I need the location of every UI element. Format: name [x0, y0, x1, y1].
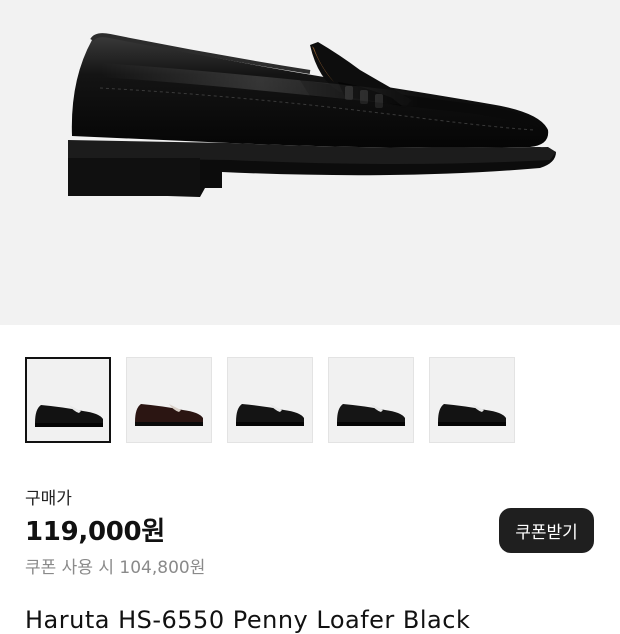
thumbnail-4[interactable]: [328, 357, 414, 443]
product-name: Haruta HS-6550 Penny Loafer Black: [25, 606, 471, 634]
loafer-thumb-icon: [35, 405, 103, 427]
loafer-thumb-icon: [135, 404, 203, 426]
get-coupon-button[interactable]: 쿠폰받기: [499, 508, 594, 553]
thumbnail-3[interactable]: [227, 357, 313, 443]
thumbnail-5[interactable]: [429, 357, 515, 443]
product-hero-image[interactable]: [0, 0, 620, 325]
price-label: 구매가: [25, 489, 72, 509]
loafer-thumb-icon: [337, 404, 405, 426]
loafer-thumb-icon: [438, 404, 506, 426]
loafer-image: [68, 33, 556, 197]
coupon-price: 쿠폰 사용 시 104,800원: [25, 558, 206, 578]
product-price: 119,000원: [25, 517, 165, 547]
loafer-thumb-icon: [236, 404, 304, 426]
thumbnail-1[interactable]: [25, 357, 111, 443]
thumbnail-2[interactable]: [126, 357, 212, 443]
